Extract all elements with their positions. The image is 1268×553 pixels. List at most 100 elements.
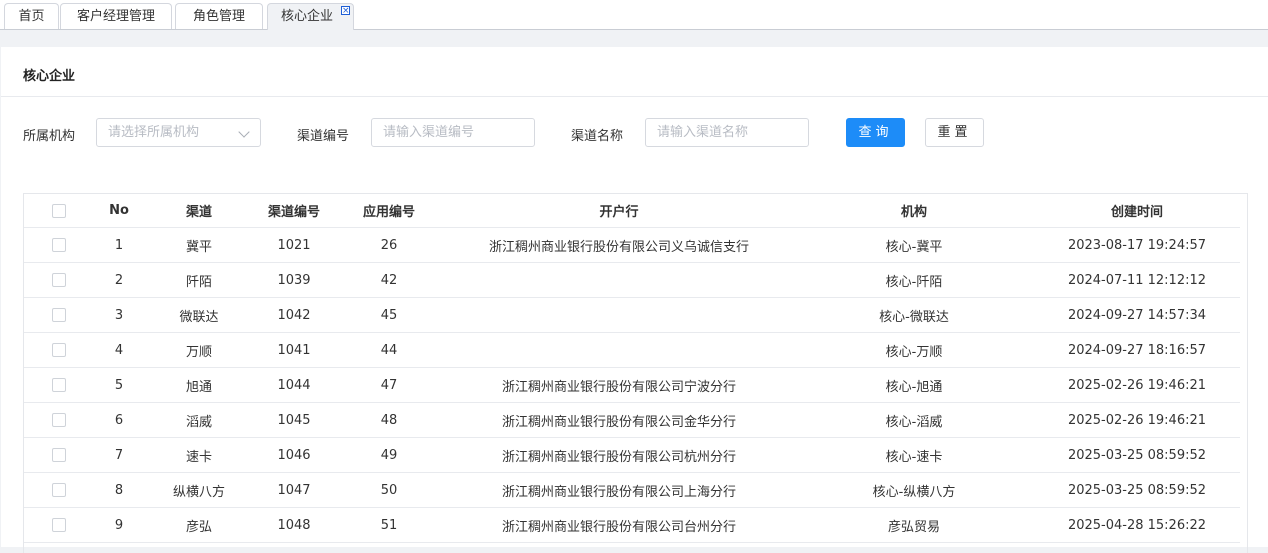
- cell-org: 核心-速卡: [794, 437, 1034, 473]
- cell-no: 7: [94, 437, 144, 473]
- cell-channel: 微联达: [144, 297, 254, 333]
- cell-bank: 浙江稠州商业银行股份有限公司宁波分行: [444, 367, 794, 403]
- tab-role-management[interactable]: 角色管理: [175, 3, 263, 29]
- select-all-cell: [24, 194, 94, 228]
- row-select-cell: [24, 437, 94, 473]
- cell-org: 核心-阡陌: [794, 262, 1034, 298]
- tab-label: 核心企业: [281, 9, 334, 24]
- tab-label: 角色管理: [192, 9, 245, 24]
- row-checkbox[interactable]: [52, 448, 66, 462]
- cell-created-time: 2025-02-26 19:46:21: [1034, 367, 1240, 403]
- main-card: 核心企业 所属机构 请选择所属机构 渠道编号 请输入渠道编号 渠道名称 请输入渠…: [1, 47, 1268, 553]
- cell-created-time: 2024-09-27 18:16:57: [1034, 332, 1240, 368]
- cell-no: 9: [94, 507, 144, 543]
- cell-channel-code: 1041: [254, 332, 334, 368]
- row-checkbox[interactable]: [52, 483, 66, 497]
- cell-bank: 浙江稠州商业银行股份有限公司义乌诚信支行: [444, 227, 794, 263]
- table-row: 2 阡陌 1039 42 核心-阡陌 2024-07-11 12:12:12: [24, 262, 1240, 298]
- header-created-time: 创建时间: [1034, 194, 1240, 228]
- tab-home[interactable]: 首页: [4, 3, 59, 29]
- table-header-row: No 渠道 渠道编号 应用编号 开户行 机构 创建时间: [24, 194, 1240, 228]
- row-select-cell: [24, 262, 94, 298]
- table-row: 9 彦弘 1048 51 浙江稠州商业银行股份有限公司台州分行 彦弘贸易 2025-04-2…: [24, 507, 1240, 543]
- row-checkbox[interactable]: [52, 413, 66, 427]
- cell-channel-code: 1044: [254, 367, 334, 403]
- header-channel-code: 渠道编号: [254, 194, 334, 228]
- tab-bar: 首页 客户经理管理 角色管理 核心企业 ×: [0, 0, 1268, 30]
- cell-created-time: 2025-03-25 08:59:52: [1034, 437, 1240, 473]
- row-checkbox[interactable]: [52, 378, 66, 392]
- cell-created-time: 2024-07-11 12:12:12: [1034, 262, 1240, 298]
- cell-created-time: 2023-08-17 19:24:57: [1034, 227, 1240, 263]
- cell-no: 8: [94, 472, 144, 508]
- table-row: 8 纵横八方 1047 50 浙江稠州商业银行股份有限公司上海分行 核心-纵横八方 2025…: [24, 472, 1240, 508]
- cell-channel: 纵横八方: [144, 472, 254, 508]
- cell-channel: 滔威: [144, 402, 254, 438]
- cell-channel: 阡陌: [144, 262, 254, 298]
- header-bank: 开户行: [444, 194, 794, 228]
- cell-channel-code: 1042: [254, 297, 334, 333]
- name-label: 渠道名称: [571, 129, 624, 144]
- data-table: No 渠道 渠道编号 应用编号 开户行 机构 创建时间 1 冀平 1021 26 浙江稠…: [23, 193, 1248, 553]
- table-row: 7 速卡 1046 49 浙江稠州商业银行股份有限公司杭州分行 核心-速卡 2025-03-…: [24, 437, 1240, 473]
- row-checkbox[interactable]: [52, 343, 66, 357]
- cell-channel-code: 1045: [254, 402, 334, 438]
- cell-bank: [444, 262, 794, 298]
- query-button[interactable]: 查询: [846, 118, 905, 147]
- cell-bank: 浙江稠州商业银行股份有限公司杭州分行: [444, 437, 794, 473]
- header-no: No: [94, 194, 144, 228]
- cell-app-code: 45: [334, 297, 444, 333]
- row-checkbox[interactable]: [52, 238, 66, 252]
- cell-bank: 浙江稠州商业银行股份有限公司金华分行: [444, 402, 794, 438]
- cell-bank: [444, 332, 794, 368]
- cell-no: 1: [94, 227, 144, 263]
- row-select-cell: [24, 507, 94, 543]
- table-row: 6 滔威 1045 48 浙江稠州商业银行股份有限公司金华分行 核心-滔威 2025-02-…: [24, 402, 1240, 438]
- cell-no: 2: [94, 262, 144, 298]
- chevron-down-icon: [238, 126, 250, 138]
- cell-channel: 彦弘: [144, 507, 254, 543]
- org-select[interactable]: 请选择所属机构: [96, 118, 261, 147]
- reset-button[interactable]: 重置: [925, 118, 984, 147]
- row-select-cell: [24, 332, 94, 368]
- header-channel: 渠道: [144, 194, 254, 228]
- channel-name-placeholder: 请输入渠道名称: [657, 125, 749, 140]
- cell-bank: [444, 297, 794, 333]
- channel-code-placeholder: 请输入渠道编号: [383, 125, 475, 140]
- cell-channel: 万顺: [144, 332, 254, 368]
- cell-channel: 速卡: [144, 437, 254, 473]
- cell-created-time: 2024-09-27 14:57:34: [1034, 297, 1240, 333]
- row-checkbox[interactable]: [52, 518, 66, 532]
- cell-org: 核心-旭通: [794, 367, 1034, 403]
- cell-bank: 浙江稠州商业银行股份有限公司上海分行: [444, 472, 794, 508]
- row-checkbox[interactable]: [52, 273, 66, 287]
- cell-org: 彦弘贸易: [794, 507, 1034, 543]
- channel-name-input[interactable]: 请输入渠道名称: [645, 118, 809, 147]
- cell-created-time: 2025-03-25 08:59:52: [1034, 472, 1240, 508]
- cell-app-code: 50: [334, 472, 444, 508]
- cell-app-code: 47: [334, 367, 444, 403]
- select-all-checkbox[interactable]: [52, 203, 66, 218]
- row-checkbox[interactable]: [52, 308, 66, 322]
- header-org: 机构: [794, 194, 1034, 228]
- cell-no: 4: [94, 332, 144, 368]
- table-row: 4 万顺 1041 44 核心-万顺 2024-09-27 18:16:57: [24, 332, 1240, 368]
- row-select-cell: [24, 297, 94, 333]
- cell-created-time: 2025-02-26 19:46:21: [1034, 402, 1240, 438]
- cell-channel: 旭通: [144, 367, 254, 403]
- channel-code-input[interactable]: 请输入渠道编号: [371, 118, 535, 147]
- org-label: 所属机构: [23, 129, 76, 144]
- close-icon[interactable]: ×: [341, 6, 350, 16]
- cell-app-code: 51: [334, 507, 444, 543]
- tab-label: 首页: [18, 9, 45, 24]
- tab-core-enterprise[interactable]: 核心企业 ×: [267, 3, 354, 30]
- header-app-code: 应用编号: [334, 194, 444, 228]
- cell-app-code: 42: [334, 262, 444, 298]
- tab-account-manager[interactable]: 客户经理管理: [60, 3, 172, 29]
- cell-org: 核心-冀平: [794, 227, 1034, 263]
- row-select-cell: [24, 472, 94, 508]
- cell-channel-code: 1046: [254, 437, 334, 473]
- cell-app-code: 44: [334, 332, 444, 368]
- cell-org: 核心-微联达: [794, 297, 1034, 333]
- cell-channel-code: 1048: [254, 507, 334, 543]
